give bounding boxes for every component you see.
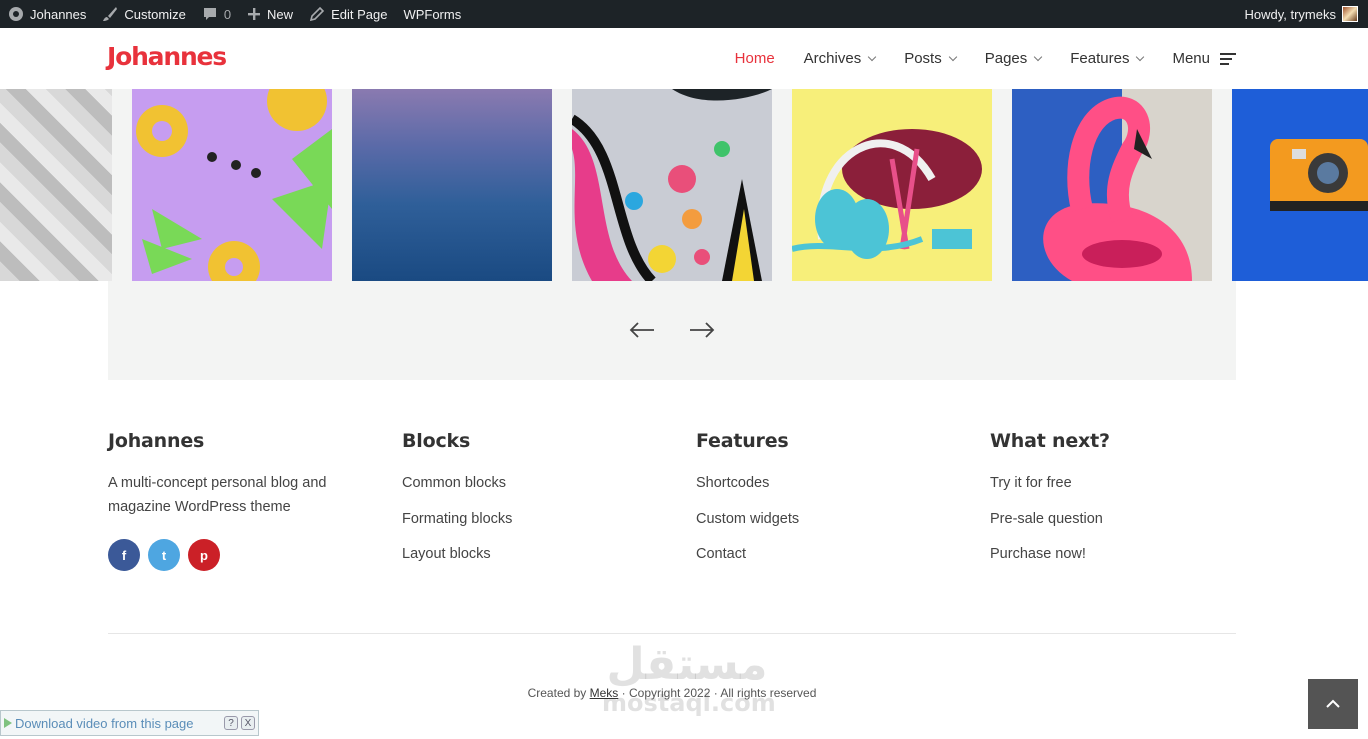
chevron-up-icon (1326, 699, 1340, 708)
footer-link-try-free[interactable]: Try it for free (990, 471, 1250, 507)
footer-about-widget: Johannes A multi-concept personal blog a… (108, 430, 368, 571)
widget-title: Johannes (108, 430, 205, 452)
social-links: f t p (108, 539, 368, 571)
admin-comments-count: 0 (223, 6, 232, 22)
footer-link-layout-blocks[interactable]: Layout blocks (402, 542, 662, 578)
graffiti-illustration (572, 89, 772, 281)
chevron-down-icon (948, 52, 957, 61)
nav-item-features[interactable]: Features (1070, 50, 1145, 67)
footer-blocks-widget: Blocks Common blocks Formating blocks La… (402, 430, 662, 578)
admin-customize-link[interactable]: Customize (94, 0, 193, 28)
admin-greeting: Howdy, trymeks (1244, 6, 1337, 22)
footer-link-formating-blocks[interactable]: Formating blocks (402, 507, 662, 543)
slider-next-button[interactable] (688, 318, 716, 342)
nav-item-posts[interactable]: Posts (904, 50, 957, 67)
arrow-left-icon (629, 322, 654, 338)
widget-title: What next? (990, 430, 1110, 452)
nav-item-archives[interactable]: Archives (803, 50, 877, 67)
chevron-down-icon (1136, 52, 1145, 61)
brush-icon (103, 7, 118, 21)
mostaql-watermark: مستقل mostaql.com (602, 639, 776, 717)
widget-title: Features (696, 430, 789, 452)
nav-item-label: Menu (1172, 50, 1210, 67)
admin-account[interactable]: Howdy, trymeks (1245, 6, 1368, 22)
facebook-icon: f (121, 547, 127, 563)
headphones-illustration (792, 129, 982, 259)
nav-item-label: Features (1070, 50, 1130, 67)
pinterest-button[interactable]: p (188, 539, 220, 571)
back-to-top-button[interactable] (1308, 679, 1358, 729)
footer-link-contact[interactable]: Contact (696, 542, 956, 578)
footer-link-presale-question[interactable]: Pre-sale question (990, 507, 1250, 543)
arrow-right-icon (690, 322, 715, 338)
footer-divider (108, 633, 1236, 634)
nav-item-label: Posts (904, 50, 942, 67)
footer-link-custom-widgets[interactable]: Custom widgets (696, 507, 956, 543)
flamingo-illustration (1043, 96, 1192, 281)
slider-prev-button[interactable] (628, 318, 656, 342)
site-logo[interactable]: Johannes (107, 42, 227, 71)
slide-image-ocean[interactable] (352, 89, 552, 281)
slider-navigation (628, 318, 748, 342)
footer-link-shortcodes[interactable]: Shortcodes (696, 471, 956, 507)
nav-item-label: Pages (984, 50, 1028, 67)
admin-new-label: New (267, 6, 294, 22)
admin-comments-link[interactable]: 0 (194, 0, 239, 28)
download-video-bar: Download video from this page ? X (0, 710, 259, 736)
slide-image-headphones[interactable] (792, 89, 992, 281)
admin-site-name: Johannes (30, 6, 87, 22)
slide-image-flamingo[interactable] (1012, 89, 1212, 281)
slide-image-camera[interactable] (1232, 89, 1368, 281)
nav-item-label: Archives (803, 50, 862, 67)
facebook-button[interactable]: f (108, 539, 140, 571)
chevron-down-icon (867, 52, 877, 61)
author-link[interactable]: Meks (590, 686, 619, 700)
copyright-prefix: Created by (527, 686, 590, 700)
nav-item-home[interactable]: Home (735, 50, 775, 67)
camera-illustration (1270, 139, 1368, 211)
pinterest-icon: p (200, 547, 208, 563)
nav-item-pages[interactable]: Pages (984, 50, 1043, 67)
slide-image-geometric[interactable] (0, 89, 112, 281)
site-description: A multi-concept personal blog and magazi… (108, 475, 327, 515)
footer-whatnext-widget: What next? Try it for free Pre-sale ques… (990, 430, 1250, 578)
twitter-button[interactable]: t (148, 539, 180, 571)
wp-admin-bar: Johannes Customize 0 New Edit Page WPFor… (0, 0, 1368, 28)
admin-customize-label: Customize (124, 6, 186, 22)
slide-image-pineapples[interactable] (132, 89, 332, 281)
widget-title: Blocks (402, 430, 471, 452)
pencil-icon (309, 6, 325, 22)
download-video-link[interactable]: Download video from this page (13, 716, 224, 731)
copyright-text: Created by Meks · Copyright 2022 · All r… (0, 686, 1344, 700)
admin-new-link[interactable]: New (239, 0, 301, 28)
main-nav: Home Archives Posts Pages Features Menu (706, 28, 1236, 89)
hamburger-icon (1220, 50, 1236, 68)
pineapple-illustration (136, 89, 332, 281)
close-button[interactable]: X (241, 716, 255, 730)
site-header: Johannes Home Archives Posts Pages Featu… (0, 28, 1368, 89)
footer-link-purchase[interactable]: Purchase now! (990, 542, 1250, 578)
admin-site-link[interactable]: Johannes (0, 0, 94, 28)
slide-image-graffiti[interactable] (572, 89, 772, 281)
chevron-down-icon (1034, 52, 1043, 61)
help-button[interactable]: ? (224, 716, 238, 730)
footer-features-widget: Features Shortcodes Custom widgets Conta… (696, 430, 956, 578)
twitter-icon: t (161, 547, 167, 563)
watermark-arabic: مستقل (606, 639, 768, 690)
avatar (1342, 6, 1358, 22)
plus-icon (248, 8, 261, 20)
admin-wpforms-link[interactable]: WPForms (395, 0, 469, 28)
footer-link-common-blocks[interactable]: Common blocks (402, 471, 662, 507)
play-icon (4, 718, 12, 728)
comment-icon (203, 8, 216, 20)
nav-item-label: Home (734, 50, 775, 67)
dashboard-icon (9, 7, 23, 21)
admin-wpforms-label: WPForms (403, 6, 462, 22)
admin-edit-page-label: Edit Page (331, 6, 388, 22)
copyright-suffix: · Copyright 2022 · All rights reserved (618, 686, 817, 700)
nav-item-menu[interactable]: Menu (1172, 50, 1236, 68)
admin-edit-page-link[interactable]: Edit Page (301, 0, 395, 28)
